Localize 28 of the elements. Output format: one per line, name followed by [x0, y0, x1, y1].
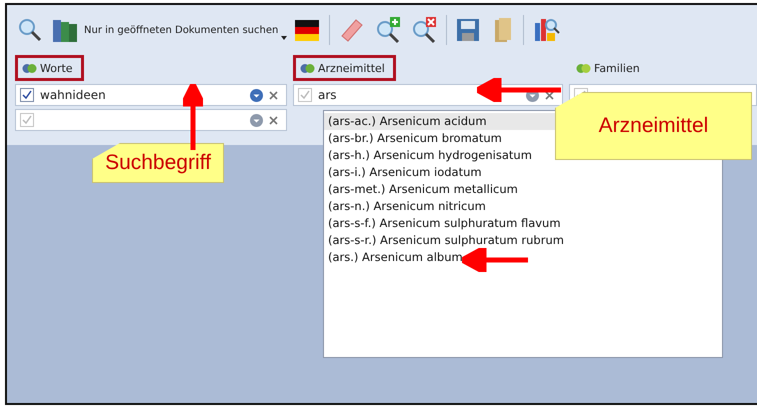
- search-field[interactable]: wahnideen: [15, 84, 287, 106]
- suggestion-item[interactable]: (ars-s-r.) Arsenicum sulphuratum rubrum: [324, 232, 722, 249]
- suggestion-item[interactable]: (ars-met.) Arsenicum metallicum: [324, 181, 722, 198]
- save-icon[interactable]: [455, 17, 482, 43]
- suggestion-item[interactable]: (ars.) Arsenicum album: [324, 249, 722, 266]
- suggestion-item[interactable]: (ars-n.) Arsenicum nitricum: [324, 198, 722, 215]
- venn-icon: [576, 62, 591, 74]
- callout-tooltip: Suchbegriff: [92, 143, 224, 183]
- suggestion-item[interactable]: (ars-s-f.) Arsenicum sulphuratum flavum: [324, 215, 722, 232]
- zoom-plus-icon[interactable]: [374, 16, 402, 44]
- column-title: Worte: [40, 62, 73, 74]
- arrow-icon: [477, 78, 561, 102]
- venn-icon: [22, 62, 37, 74]
- checkbox[interactable]: [20, 88, 34, 102]
- suggestion-item[interactable]: (ars-i.) Arsenicum iodatum: [324, 164, 722, 181]
- flag-icon[interactable]: [295, 18, 322, 42]
- dropdown-icon[interactable]: [250, 88, 263, 102]
- caret-icon: [281, 36, 288, 40]
- venn-icon: [300, 62, 315, 74]
- arrow-icon: [183, 84, 203, 150]
- search-icon[interactable]: [17, 17, 43, 43]
- search-scope-button[interactable]: Nur in geöffneten Dokumenten suchen: [51, 16, 288, 44]
- callout-tooltip: Arzneimittel: [555, 92, 752, 160]
- close-icon[interactable]: [269, 90, 278, 100]
- column-title: Familien: [594, 62, 640, 74]
- zoom-remove-icon[interactable]: [410, 16, 438, 44]
- arrow-icon: [462, 248, 528, 272]
- column-title: Arzneimittel: [318, 62, 385, 74]
